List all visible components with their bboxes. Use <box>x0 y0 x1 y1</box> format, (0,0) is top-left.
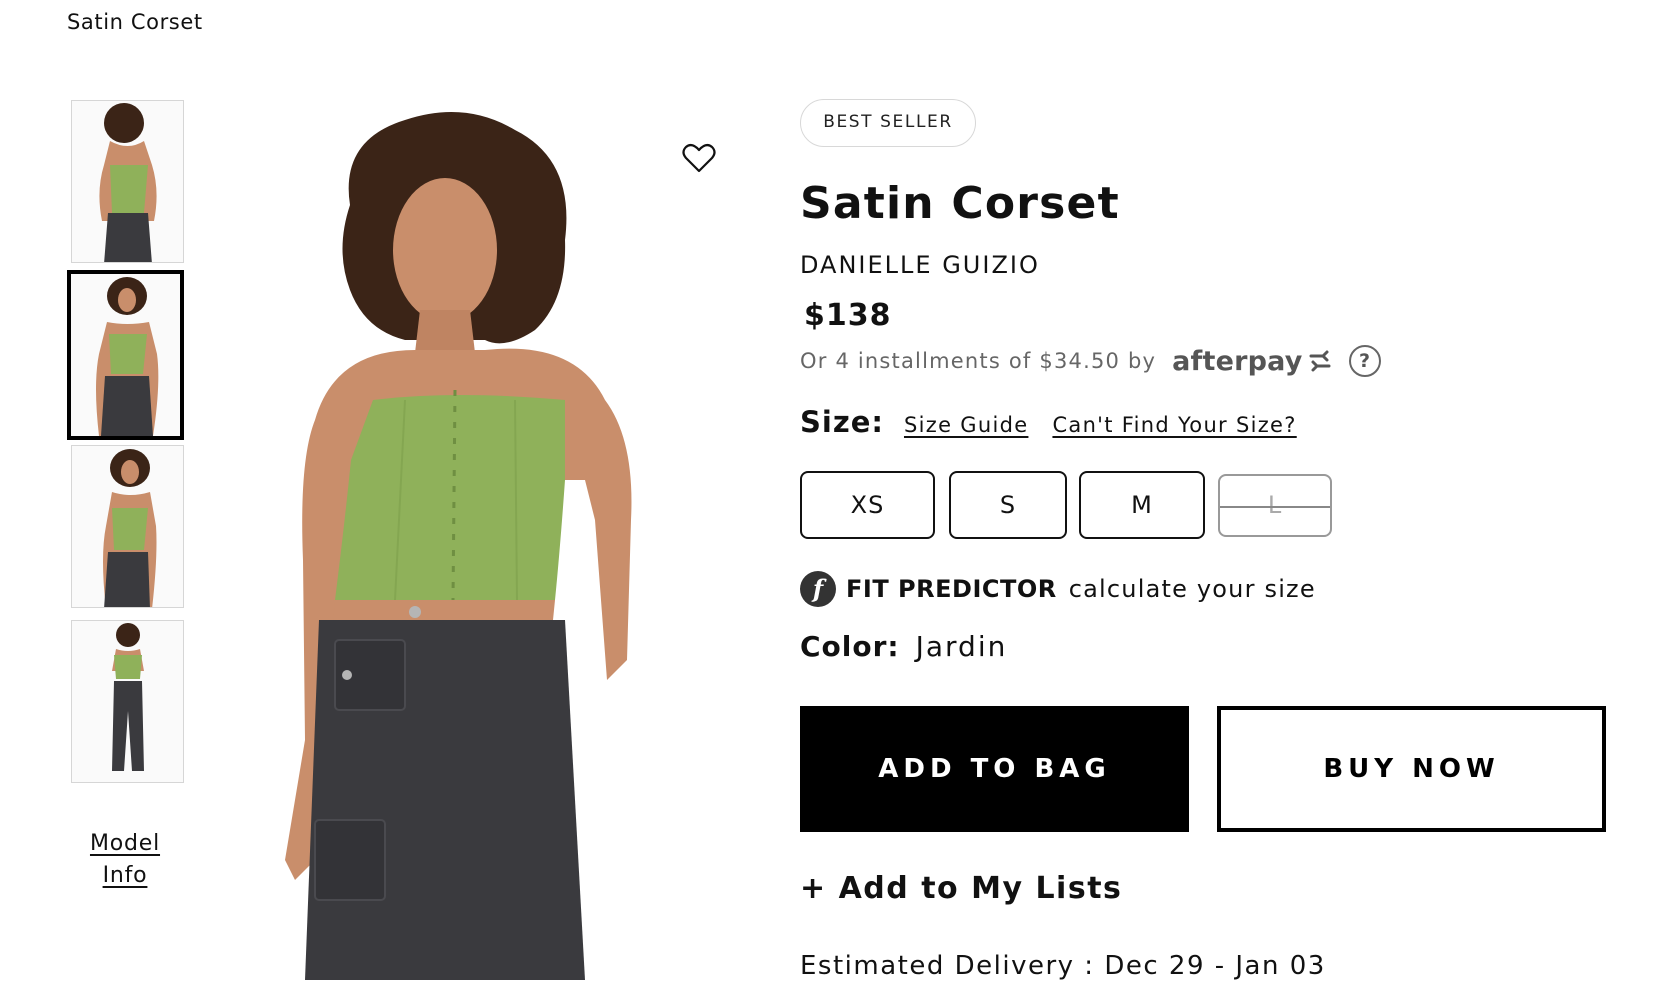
best-seller-badge: BEST SELLER <box>800 99 976 147</box>
afterpay-logo: afterpay <box>1172 346 1334 377</box>
fit-predictor-icon: f <box>800 571 836 607</box>
product-brand[interactable]: DANIELLE GUIZIO <box>800 251 1040 279</box>
thumbnail-full-length-view[interactable] <box>71 620 184 783</box>
heart-icon[interactable] <box>682 142 716 174</box>
model-info-line2: Info <box>102 863 148 888</box>
breadcrumb[interactable]: Satin Corset <box>67 10 203 34</box>
size-option-l-unavailable[interactable]: L <box>1218 474 1332 537</box>
size-option-m[interactable]: M <box>1079 471 1205 539</box>
color-row: Color: Jardin <box>800 630 1007 663</box>
fit-predictor-row[interactable]: f FIT PREDICTOR calculate your size <box>800 571 1316 607</box>
product-price: $138 <box>804 298 892 333</box>
afterpay-row: Or 4 installments of $34.50 by afterpay … <box>800 343 1381 379</box>
main-product-image <box>255 100 725 980</box>
installments-text: Or 4 installments of $34.50 by <box>800 349 1157 373</box>
add-to-bag-button[interactable]: ADD TO BAG <box>800 706 1189 832</box>
color-label: Color: <box>800 630 900 663</box>
size-row: Size: Size Guide Can't Find Your Size? <box>800 405 1297 439</box>
size-guide-link[interactable]: Size Guide <box>904 413 1028 437</box>
help-icon[interactable]: ? <box>1348 345 1381 377</box>
afterpay-logo-text: afterpay <box>1172 345 1303 377</box>
product-title: Satin Corset <box>800 178 1120 229</box>
afterpay-arrows-icon <box>1309 350 1331 372</box>
thumbnail-three-quarter-view[interactable] <box>71 445 184 608</box>
buy-now-button[interactable]: BUY NOW <box>1217 706 1606 832</box>
model-info-link[interactable]: Model Info <box>72 828 178 892</box>
thumbnail-back-view[interactable] <box>71 100 184 263</box>
fit-predictor-brand: FIT PREDICTOR <box>846 575 1057 603</box>
model-info-line1: Model <box>89 831 161 856</box>
color-value: Jardin <box>915 630 1008 663</box>
thumbnail-front-view[interactable] <box>67 270 184 440</box>
estimated-delivery: Estimated Delivery : Dec 29 - Jan 03 <box>800 951 1326 981</box>
size-label: Size: <box>800 405 884 439</box>
size-option-s[interactable]: S <box>949 471 1067 539</box>
fit-predictor-text: calculate your size <box>1068 575 1316 603</box>
cant-find-size-link[interactable]: Can't Find Your Size? <box>1052 413 1296 437</box>
size-option-xs[interactable]: XS <box>800 471 935 539</box>
add-to-lists-link[interactable]: + Add to My Lists <box>800 871 1122 906</box>
